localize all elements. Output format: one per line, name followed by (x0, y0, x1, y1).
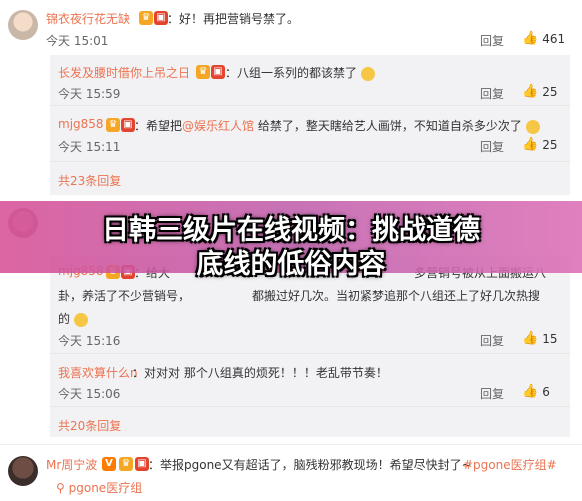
comment-1: 锦衣夜行花无缺 ♛ ▣ ：好！再把营销号禁了。 今天 15:01 回复 👍 46… (0, 0, 582, 52)
sub-replies-block-1: 长发及腰时借你上吊之日 ♛ ▣ ：八组一系列的都该禁了 今天 15:59 回复 … (50, 55, 570, 195)
avatar[interactable] (8, 456, 38, 486)
more-replies-link[interactable]: 共23条回复 (58, 172, 121, 189)
reply-button[interactable]: 回复 (480, 85, 504, 102)
smile-emoji-icon (360, 66, 375, 81)
sub-reply-text: ：八组一系列的都该禁了 (225, 64, 375, 81)
divider (50, 353, 570, 354)
like-count: 15 (542, 331, 558, 346)
like-button[interactable]: 👍 461 (522, 31, 565, 46)
more-replies-link[interactable]: 共20条回复 (58, 417, 121, 434)
divider (50, 105, 570, 106)
topic-link[interactable]: #pgone医疗组# (463, 456, 557, 473)
member-badge-icon: ♛ (139, 11, 153, 25)
like-count: 6 (542, 384, 550, 399)
sub-reply-text-suffix: 给禁了，整天瞎给艺人画饼，不知道自杀多少次了 (254, 119, 522, 133)
comment-text-line2: ⚲ pgone医疗组 (56, 479, 142, 496)
sub-reply-text: 卦，养活了不少营销号， (58, 289, 191, 303)
like-count: 25 (542, 137, 558, 152)
like-button[interactable]: 👍 6 (522, 384, 550, 399)
sub-reply-time: 今天 15:06 (58, 387, 121, 401)
member-badge-icon: ♛ (196, 65, 210, 79)
reply-button[interactable]: 回复 (480, 332, 504, 349)
sub-reply-username[interactable]: 长发及腰时借你上吊之日 (58, 64, 190, 81)
thumbs-up-icon: 👍 (522, 137, 539, 152)
like-count: 461 (542, 31, 566, 46)
location-icon: ⚲ (56, 481, 65, 495)
sub-reply-time: 今天 15:59 (58, 87, 121, 101)
comment-username[interactable]: Mr周宁波 (46, 456, 97, 473)
member-badge-icon: ♛ (106, 118, 120, 132)
like-button[interactable]: 👍 15 (522, 331, 557, 346)
banner-title-line2: 底线的低俗内容 (196, 249, 386, 280)
divider (50, 161, 570, 162)
thumbs-up-icon: 👍 (522, 84, 539, 99)
sub-replies-block-2: mjg858 ♛ ▣ ：给大 多营销号被从上面搬运八 卦，养活了不少营销号， 都… (50, 255, 570, 437)
reply-button[interactable]: 回复 (480, 138, 504, 155)
verified-v-icon: V (102, 457, 116, 471)
sub-reply-text-content: ：八组一系列的都该禁了 (225, 66, 358, 80)
fan-badge-icon: ▣ (211, 65, 225, 79)
thumbs-up-icon: 👍 (522, 384, 539, 399)
laugh-emoji-icon (73, 312, 88, 327)
comment-text: ：好！再把营销号禁了。 (167, 12, 300, 26)
sub-reply-time: 今天 15:16 (58, 334, 121, 348)
sub-reply-text-prefix: ：希望把 (134, 119, 183, 133)
topic-link[interactable]: pgone医疗组 (69, 481, 143, 495)
comment-text: ：举报pgone又有超话了，脑残粉邪教现场！希望尽快封了~ (148, 458, 472, 472)
member-badge-icon: ♛ (119, 457, 133, 471)
thumbs-up-icon: 👍 (522, 31, 539, 46)
mention-link[interactable]: @娱乐红人馆 (182, 119, 254, 133)
divider (0, 444, 582, 445)
sub-reply-text: 的 (58, 310, 88, 327)
avatar[interactable] (8, 10, 38, 40)
thumbs-up-icon: 👍 (522, 331, 539, 346)
sub-reply-time: 今天 15:11 (58, 140, 121, 154)
sub-reply-text: ：对对对 那个八组真的烦死！！！老乱带节奏！ (132, 366, 388, 380)
divider (50, 406, 570, 407)
fan-badge-icon: ▣ (135, 457, 149, 471)
sub-reply-text: 都搬过好几次。当初紧梦追那个八组还上了好几次热搜 (252, 289, 541, 303)
reply-button[interactable]: 回复 (480, 32, 504, 49)
sub-reply-text: ：希望把@娱乐红人馆 给禁了，整天瞎给艺人画饼，不知道自杀多少次了 (134, 117, 540, 134)
like-button[interactable]: 👍 25 (522, 84, 557, 99)
laugh-emoji-icon (525, 119, 540, 134)
sub-reply-username[interactable]: mjg858 (58, 117, 104, 131)
comment-username[interactable]: 锦衣夜行花无缺 (46, 10, 130, 27)
comment-time: 今天 15:01 (46, 34, 109, 48)
reply-button[interactable]: 回复 (480, 385, 504, 402)
fan-badge-icon: ▣ (154, 11, 168, 25)
comment-3: Mr周宁波 V ♛ ▣ ：举报pgone又有超话了，脑残粉邪教现场！希望尽快封了… (0, 448, 582, 501)
like-button[interactable]: 👍 25 (522, 137, 557, 152)
sub-reply-username[interactable]: 我喜欢算什么n (58, 364, 138, 381)
sub-reply-text-line3: 的 (58, 312, 71, 326)
fan-badge-icon: ▣ (121, 118, 135, 132)
like-count: 25 (542, 84, 558, 99)
